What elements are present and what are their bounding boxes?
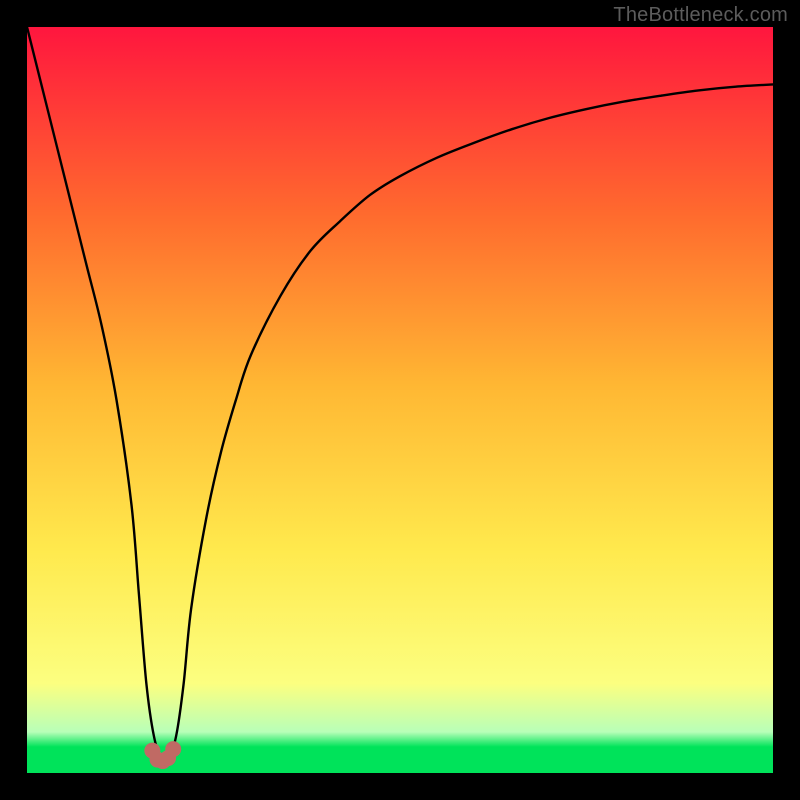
gradient-background xyxy=(27,27,773,773)
bottleneck-chart xyxy=(27,27,773,773)
watermark-text: TheBottleneck.com xyxy=(613,4,788,27)
outer-frame: TheBottleneck.com xyxy=(0,0,800,800)
min-marker-dot xyxy=(165,741,181,757)
plot-area xyxy=(27,27,773,773)
